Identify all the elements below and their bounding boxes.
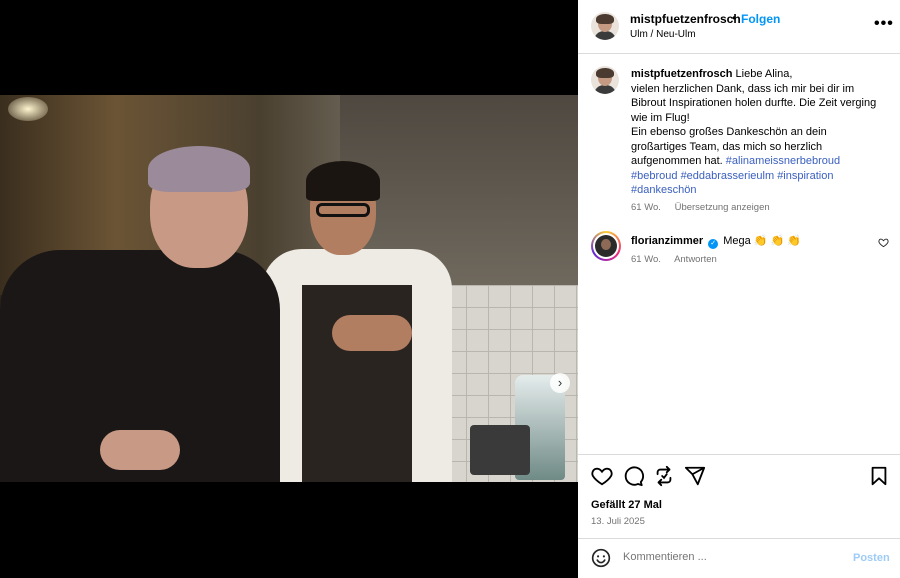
caption-meta: 61 Wo. Übersetzung anzeigen	[631, 202, 781, 213]
comment: florianzimmer ✓ Mega 👏 👏 👏	[631, 234, 801, 249]
hashtag-link[interactable]: #bebroud	[631, 170, 678, 182]
comments-section: mistpfuetzenfrosch Liebe Alina, vielen h…	[578, 54, 900, 454]
comment-time[interactable]: 61 Wo.	[631, 254, 661, 265]
comment-icon	[624, 466, 644, 487]
location-link[interactable]: Ulm / Neu-Ulm	[630, 29, 696, 40]
comment-composer: Posten	[578, 538, 900, 578]
more-horizontal-icon: •••	[874, 15, 894, 32]
comment-meta: 61 Wo. Antworten	[631, 254, 728, 265]
ceiling-lamp	[8, 97, 48, 121]
heart-icon	[591, 467, 613, 486]
share-button[interactable]	[684, 465, 706, 487]
heart-outline-icon	[878, 238, 889, 248]
person-in-apron	[262, 161, 452, 482]
reply-link[interactable]: Antworten	[674, 254, 717, 265]
bookmark-icon	[871, 466, 887, 486]
emoji-button[interactable]	[591, 548, 611, 568]
action-bar: Gefällt 27 Mal 13. Juli 2025	[578, 454, 900, 538]
next-slide-button[interactable]: ›	[550, 373, 570, 393]
comment-button[interactable]	[622, 465, 644, 487]
post-comment-button[interactable]: Posten	[853, 552, 890, 564]
follow-button[interactable]: Folgen	[741, 12, 780, 26]
comment-text: Mega 👏 👏 👏	[723, 235, 802, 247]
author-username[interactable]: mistpfuetzenfrosch	[630, 12, 741, 26]
save-button[interactable]	[868, 465, 890, 487]
comment-like-button[interactable]	[878, 237, 889, 251]
emoji-icon	[591, 548, 611, 568]
instagram-post-modal: › mistpfuetzenfrosch • Folgen Ulm / Neu-…	[0, 0, 900, 578]
caption-text-1: Liebe Alina,	[735, 68, 793, 80]
translate-link[interactable]: Übersetzung anzeigen	[675, 202, 770, 213]
cooking-pot	[470, 425, 530, 475]
post-media: ›	[0, 0, 578, 578]
comment-avatar[interactable]	[591, 231, 621, 261]
caption-avatar[interactable]	[591, 66, 619, 94]
repost-icon	[656, 465, 672, 487]
post-photo[interactable]: ›	[0, 95, 578, 482]
hashtag-link[interactable]: #dankeschön	[631, 184, 696, 196]
chevron-right-icon: ›	[557, 375, 563, 390]
caption-text-2: vielen herzlichen Dank, dass ich mir bei…	[631, 82, 877, 124]
person-chef	[0, 146, 280, 482]
caption: mistpfuetzenfrosch Liebe Alina, vielen h…	[631, 67, 881, 198]
hashtag-link[interactable]: #alinameissnerbebroud	[726, 155, 840, 167]
hashtag-link[interactable]: #inspiration	[777, 170, 833, 182]
share-icon	[684, 466, 706, 486]
hashtag-link[interactable]: #eddabrasserieulm	[681, 170, 775, 182]
repost-button[interactable]	[653, 465, 675, 487]
more-options-button[interactable]: •••	[874, 15, 894, 33]
caption-username[interactable]: mistpfuetzenfrosch	[631, 68, 732, 80]
verified-badge-icon: ✓	[708, 239, 719, 249]
likes-count[interactable]: Gefällt 27 Mal	[591, 499, 662, 511]
post-sidebar: mistpfuetzenfrosch • Folgen Ulm / Neu-Ul…	[578, 0, 900, 578]
comment-username[interactable]: florianzimmer	[631, 235, 703, 247]
post-header: mistpfuetzenfrosch • Folgen Ulm / Neu-Ul…	[578, 0, 900, 54]
post-date: 13. Juli 2025	[591, 516, 645, 527]
separator-dot: •	[732, 11, 737, 25]
comment-input[interactable]	[623, 551, 843, 563]
like-button[interactable]	[591, 465, 613, 487]
avatar[interactable]	[591, 12, 619, 40]
caption-time[interactable]: 61 Wo.	[631, 202, 661, 213]
